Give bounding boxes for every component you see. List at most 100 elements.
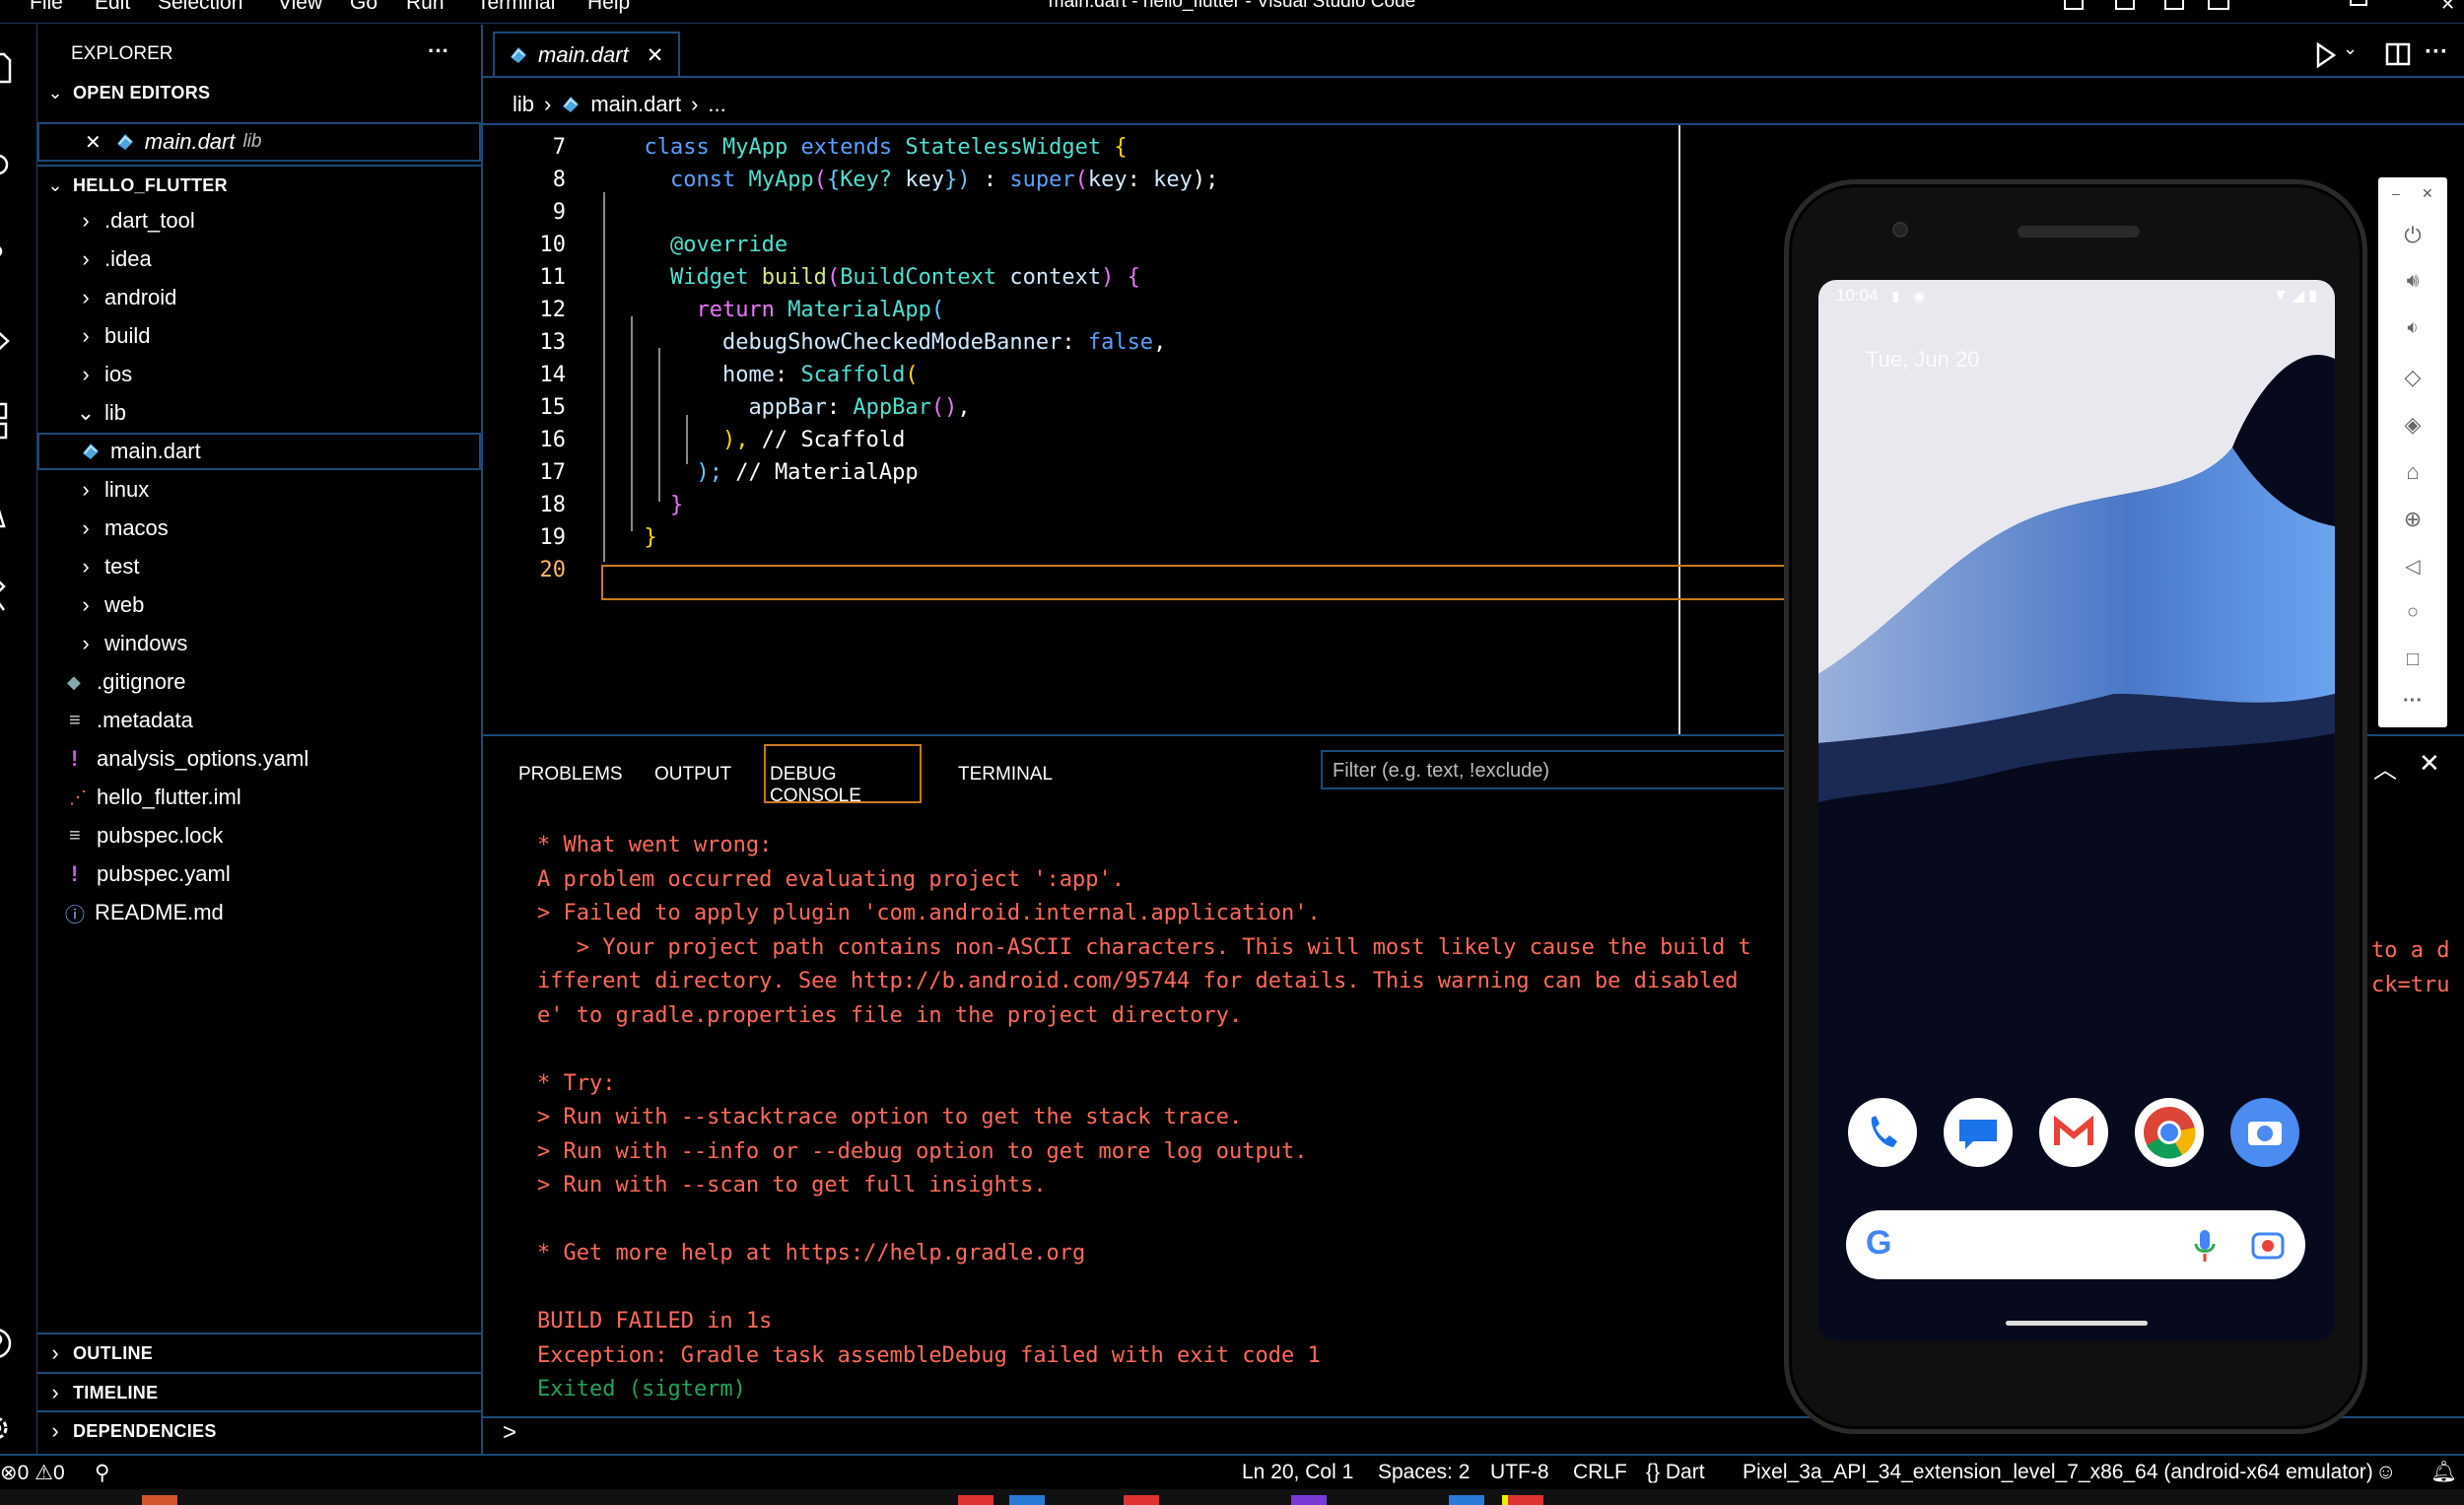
gmail-app-icon[interactable] [2039,1098,2108,1167]
zoom-icon[interactable]: ⊕ [2398,507,2428,536]
tree-file-gitignore[interactable]: ◆ .gitignore [37,663,481,701]
tab-main-dart[interactable]: main.dart ✕ [493,32,680,77]
accounts-icon[interactable] [0,1326,18,1361]
at-a-glance-date[interactable]: Tue, Jun 20 [1866,347,1979,373]
phone-screen[interactable]: 10:04 ▮ ◉ ▼ ◢ ▮ Tue, Jun 20 G [1818,280,2335,1340]
chrome-app-icon[interactable] [2135,1098,2204,1167]
gesture-nav-handle[interactable] [2006,1321,2148,1326]
open-editors-header[interactable]: ⌄ OPEN EDITORS [37,78,481,107]
tree-file-iml[interactable]: ⋰ hello_flutter.iml [37,779,481,816]
volume-up-icon[interactable]: 🔊︎ [2398,270,2428,300]
phone-app-icon[interactable] [1848,1098,1917,1167]
tree-folder-web[interactable]: › web [37,586,481,624]
back-icon[interactable]: ◁ [2398,554,2428,583]
maximize-panel-icon[interactable]: ︿ [2373,750,2397,785]
code-line[interactable]: 14 home: Scaffold( [483,363,919,395]
tab-problems[interactable]: PROBLEMS [518,764,623,786]
toggle-secondary-sidebar-icon[interactable] [2164,0,2184,10]
lens-icon[interactable] [2250,1230,2286,1262]
open-editor-item[interactable]: ✕ main.dart lib [37,122,481,162]
search-icon[interactable] [0,151,16,180]
rotate-right-icon[interactable]: ◈ [2398,412,2428,442]
split-editor-icon[interactable] [2385,42,2411,66]
dependencies-section[interactable]: › DEPENDENCIES [37,1413,481,1449]
breadcrumb-file[interactable]: main.dart [590,92,681,117]
code-line[interactable]: 20 [483,558,567,590]
chevron-down-icon[interactable]: ⌄ [2343,38,2358,59]
tree-file-pubspec-yaml[interactable]: ! pubspec.yaml [37,855,481,893]
extensions-icon[interactable] [0,402,18,442]
tree-file-readme[interactable]: ⓘ README.md [37,894,481,931]
close-icon[interactable]: ✕ [85,130,102,155]
breadcrumb-more[interactable]: ... [708,92,725,117]
tree-file-pubspec-lock[interactable]: ≡ pubspec.lock [37,817,481,855]
flutter-icon[interactable] [0,575,16,614]
minimize-icon[interactable]: – [2392,185,2400,201]
tree-folder-windows[interactable]: › windows [37,625,481,662]
tab-terminal[interactable]: TERMINAL [958,764,1053,786]
tree-folder-ios[interactable]: › ios [37,356,481,393]
taskbar-app-icon[interactable] [1449,1495,1484,1505]
code-line[interactable]: 8 const MyApp({Key? key}) : super(key: k… [483,168,1219,200]
tree-folder-macos[interactable]: › macos [37,510,481,547]
code-line[interactable]: 7 class MyApp extends StatelessWidget { [483,135,1128,168]
code-line[interactable]: 11 Widget build(BuildContext context) { [483,265,1140,298]
code-line[interactable]: 9 [483,200,566,233]
device-selector[interactable]: Pixel_3a_API_34_extension_level_7_x86_64… [1743,1461,2373,1484]
microphone-icon[interactable] [2193,1228,2217,1264]
taskbar-app-icon[interactable] [958,1495,993,1505]
tree-folder-android[interactable]: › android [37,279,481,316]
code-line[interactable]: 16 ), // Scaffold [483,428,906,460]
close-icon[interactable]: ✕ [647,43,664,68]
broadcast-icon[interactable]: ⚲ [95,1461,109,1485]
close-icon[interactable]: ✕ [2422,185,2433,202]
restore-window-icon[interactable] [2350,0,2367,6]
toggle-sidebar-icon[interactable] [2064,0,2084,10]
filter-input[interactable]: Filter (e.g. text, !exclude) [1321,750,1814,789]
taskbar-app-icon[interactable] [142,1495,177,1505]
customize-layout-icon[interactable] [2208,0,2229,10]
settings-gear-icon[interactable] [0,1410,18,1446]
testing-icon[interactable] [0,493,16,528]
home-icon[interactable]: ○ [2398,601,2428,631]
notifications-icon[interactable]: 🔔︎ [2430,1461,2457,1484]
indentation[interactable]: Spaces: 2 [1378,1461,1470,1484]
power-icon[interactable]: ⏻ [2398,223,2428,252]
more-actions-icon[interactable]: ··· [2425,38,2448,66]
tree-folder-test[interactable]: › test [37,548,481,585]
error-count[interactable]: ⊗0 ⚠0 [0,1461,65,1485]
google-search-bar[interactable]: G [1846,1210,2305,1279]
tree-folder-idea[interactable]: › .idea [37,240,481,278]
camera-app-icon[interactable] [2230,1098,2299,1167]
outline-section[interactable]: › OUTLINE [37,1335,481,1371]
encoding[interactable]: UTF-8 [1490,1461,1549,1484]
volume-down-icon[interactable]: 🔉︎ [2398,317,2428,347]
code-line[interactable]: 19 } [483,525,657,558]
feedback-icon[interactable]: ☺ [2375,1461,2396,1484]
tree-folder-dart-tool[interactable]: › .dart_tool [37,202,481,239]
run-debug-icon[interactable] [0,324,16,358]
console-prompt[interactable]: > [503,1419,516,1447]
code-line[interactable]: 15 appBar: AppBar(), [483,395,971,428]
tree-folder-build[interactable]: › build [37,317,481,355]
source-control-icon[interactable] [0,241,16,271]
cursor-position[interactable]: Ln 20, Col 1 [1242,1461,1353,1484]
code-line[interactable]: 12 return MaterialApp( [483,298,945,330]
close-window-icon[interactable]: ✕ [2440,0,2455,15]
run-icon[interactable] [2314,42,2338,68]
overview-icon[interactable]: □ [2398,649,2428,678]
tree-file-metadata[interactable]: ≡ .metadata [37,702,481,739]
taskbar-app-icon[interactable] [1291,1495,1327,1505]
tree-file-main-dart[interactable]: main.dart [37,433,481,470]
tree-file-analysis-options[interactable]: ! analysis_options.yaml [37,740,481,778]
code-line[interactable]: 10 @override [483,233,788,265]
rotate-left-icon[interactable]: ◇ [2398,365,2428,394]
tab-output[interactable]: OUTPUT [654,764,731,786]
messages-app-icon[interactable] [1944,1098,2013,1167]
explorer-icon[interactable] [0,50,16,86]
project-header[interactable]: ⌄ HELLO_FLUTTER [37,169,481,202]
breadcrumb-folder[interactable]: lib [513,92,534,117]
tree-folder-linux[interactable]: › linux [37,471,481,509]
tree-folder-lib[interactable]: ⌄ lib [37,394,481,432]
code-line[interactable]: 18 } [483,493,684,525]
